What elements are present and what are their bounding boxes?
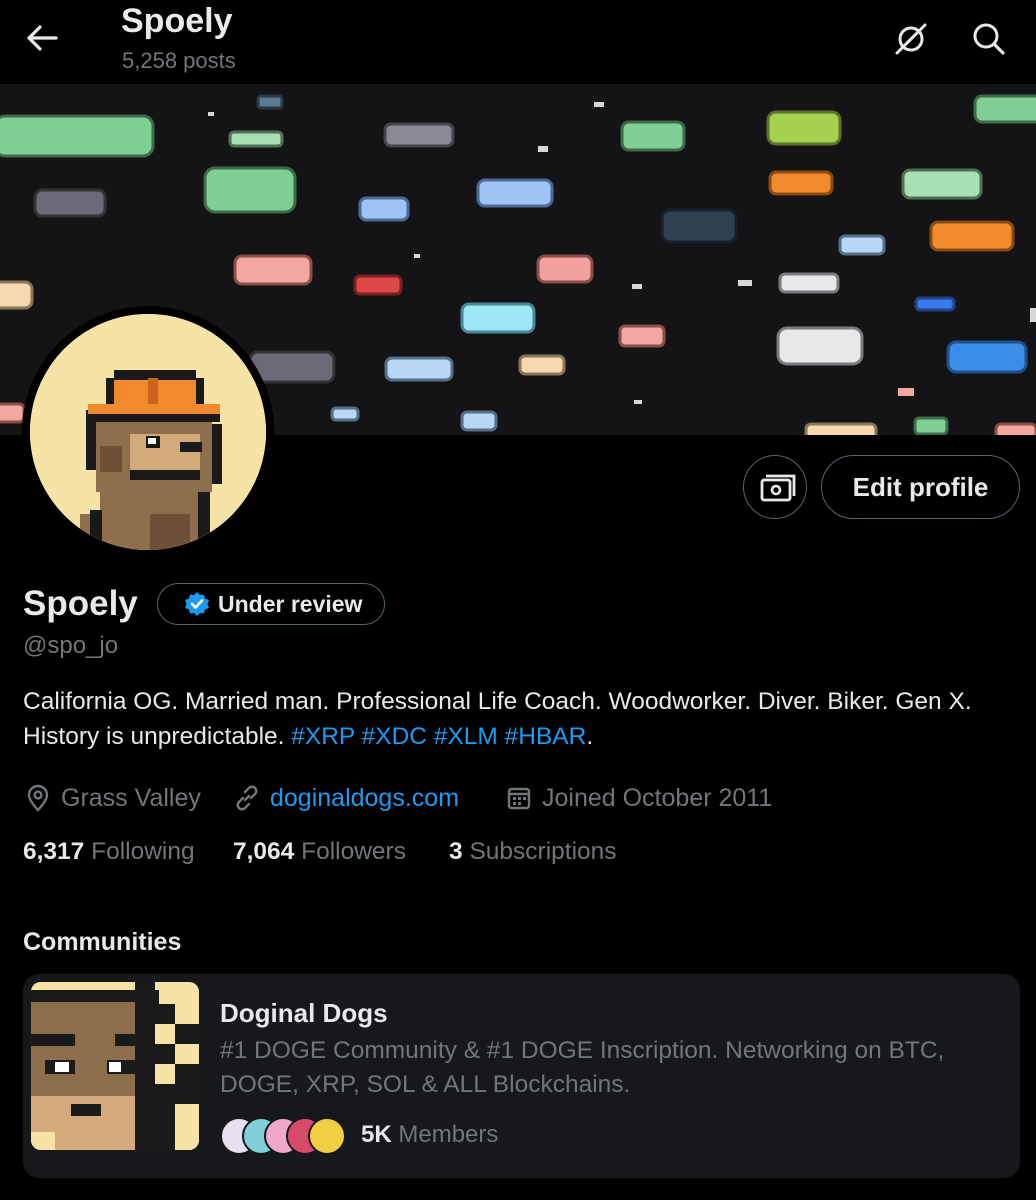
bio-text: California OG. Married man. Professional… xyxy=(23,688,972,750)
hashtag-link[interactable]: #XLM xyxy=(434,723,498,750)
location-text: Grass Valley xyxy=(61,783,201,812)
website-link[interactable]: doginaldogs.com xyxy=(270,784,459,813)
money-icon xyxy=(760,474,796,502)
header-title: Spoely xyxy=(121,2,233,40)
hide-icon xyxy=(895,23,927,55)
member-avatar xyxy=(308,1117,346,1155)
back-button[interactable] xyxy=(22,18,62,58)
member-avatars xyxy=(220,1117,350,1155)
community-card[interactable]: Doginal Dogs #1 DOGE Community & #1 DOGE… xyxy=(23,974,1020,1178)
communities-heading: Communities xyxy=(23,928,182,956)
verified-icon xyxy=(185,592,209,616)
post-count: 5,258 posts xyxy=(122,48,236,73)
hashtag-link[interactable]: #XRP xyxy=(291,723,355,750)
pixel-dog-avatar-image xyxy=(30,314,266,550)
profile-avatar[interactable] xyxy=(22,306,274,558)
edit-profile-button[interactable]: Edit profile xyxy=(821,455,1020,519)
subscriptions-label: Subscriptions xyxy=(469,838,617,865)
verification-badge-button[interactable]: Under review xyxy=(157,583,386,625)
bio-end: . xyxy=(586,723,594,750)
subscription-money-button[interactable] xyxy=(743,455,807,519)
search-button[interactable] xyxy=(968,18,1010,60)
community-image xyxy=(31,982,199,1150)
hide-button[interactable] xyxy=(890,18,932,60)
community-name: Doginal Dogs xyxy=(220,998,388,1028)
joined-date: Joined October 2011 xyxy=(542,783,773,812)
followers-label: Followers xyxy=(301,838,406,865)
calendar-icon xyxy=(507,787,531,810)
profile-joined: Joined October 2011 xyxy=(504,782,772,814)
hashtag-link[interactable]: #HBAR xyxy=(505,723,587,750)
arrow-left-icon xyxy=(27,25,58,51)
following-count: 6,317 xyxy=(23,838,85,865)
following-link[interactable]: 6,317 Following xyxy=(23,838,195,866)
pixel-dog-community-image xyxy=(31,982,199,1150)
subscriptions-count: 3 xyxy=(449,838,463,865)
top-bar: Spoely 5,258 posts xyxy=(0,0,1036,84)
member-count: 5K Members xyxy=(361,1121,498,1149)
profile-location: Grass Valley xyxy=(23,782,201,814)
link-icon xyxy=(236,785,258,811)
followers-link[interactable]: 7,064 Followers xyxy=(233,838,406,866)
member-count-label: Members xyxy=(398,1121,499,1148)
search-icon xyxy=(973,23,1005,55)
followers-count: 7,064 xyxy=(233,838,295,865)
user-handle: @spo_jo xyxy=(23,632,119,659)
community-description: #1 DOGE Community & #1 DOGE Inscription.… xyxy=(220,1037,945,1098)
badge-label: Under review xyxy=(218,590,363,617)
location-icon xyxy=(27,784,49,812)
member-count-number: 5K xyxy=(361,1121,392,1148)
profile-website[interactable]: doginaldogs.com xyxy=(232,782,459,814)
subscriptions-link[interactable]: 3 Subscriptions xyxy=(449,838,617,866)
hashtag-link[interactable]: #XDC xyxy=(362,723,427,750)
profile-bio: California OG. Married man. Professional… xyxy=(23,684,1013,754)
following-label: Following xyxy=(91,838,195,865)
display-name: Spoely xyxy=(23,584,138,623)
